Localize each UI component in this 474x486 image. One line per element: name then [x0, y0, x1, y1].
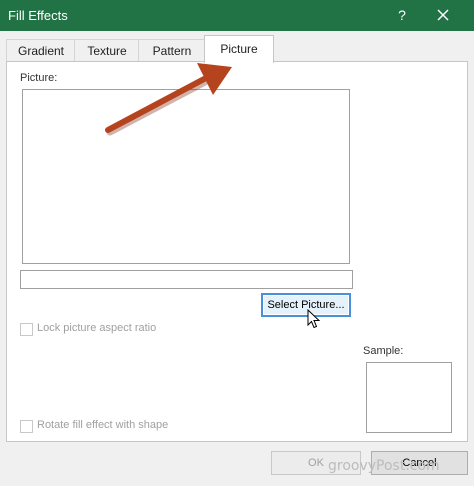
mouse-pointer-icon	[307, 309, 321, 329]
annotation-arrow-icon	[105, 63, 232, 136]
watermark: groovyPost.com	[328, 458, 440, 474]
tab-picture[interactable]: Picture	[204, 35, 274, 63]
